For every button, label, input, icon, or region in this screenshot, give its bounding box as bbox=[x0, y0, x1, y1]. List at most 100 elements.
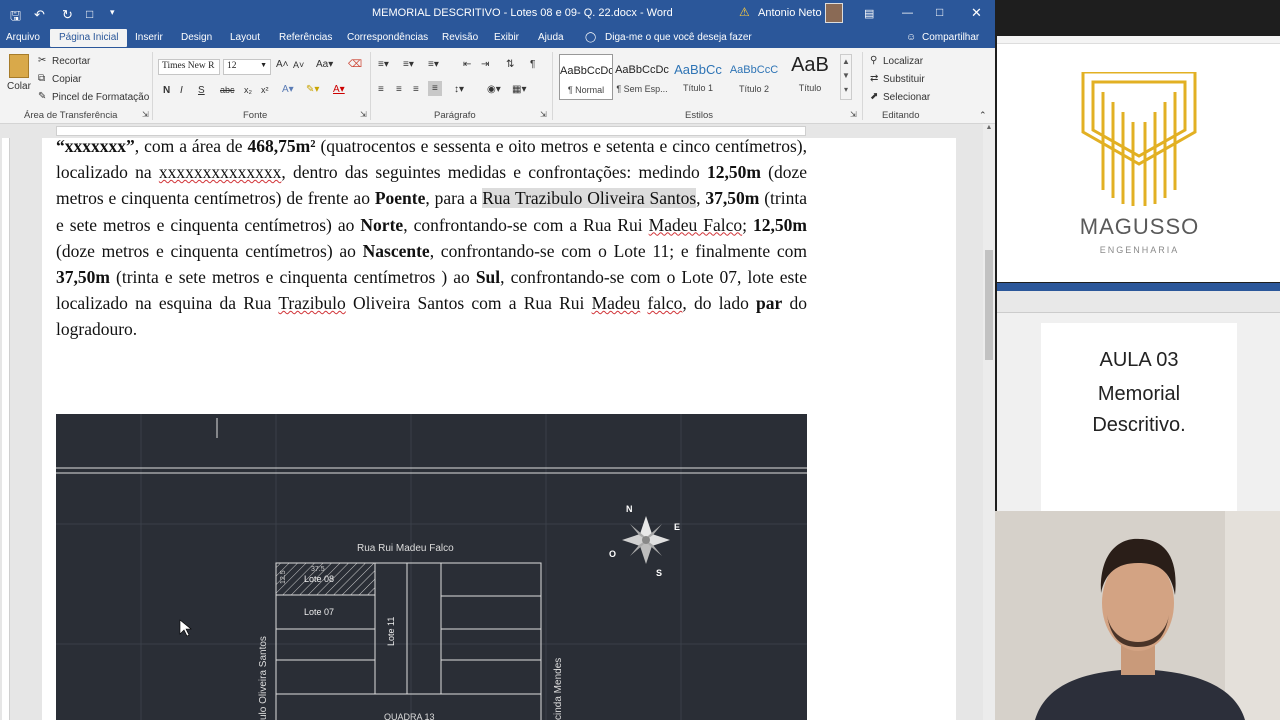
document-page[interactable]: “xxxxxxx”, com a área de 468,75m² (quatr… bbox=[42, 136, 956, 720]
scroll-up-icon[interactable]: ▲ bbox=[984, 124, 994, 136]
italic-icon[interactable]: I bbox=[180, 85, 183, 96]
numbering-icon[interactable]: ≡▾ bbox=[403, 59, 414, 70]
sort-icon[interactable]: ⇅ bbox=[506, 59, 514, 70]
editing-group-label: Editando bbox=[882, 110, 920, 121]
copy-button[interactable]: Copiar bbox=[52, 74, 81, 85]
lot-08-label: Lote 08 bbox=[304, 574, 334, 584]
redo-icon[interactable]: ↻ bbox=[62, 7, 73, 23]
style-no-spacing[interactable]: AaBbCcDc ¶ Sem Esp... bbox=[615, 54, 669, 100]
font-launcher-icon[interactable]: ⇲ bbox=[360, 110, 367, 119]
tab-arquivo[interactable]: Arquivo bbox=[6, 32, 40, 43]
document-body-text[interactable]: “xxxxxxx”, com a área de 468,75m² (quatr… bbox=[56, 133, 807, 343]
borders-icon[interactable]: ▦▾ bbox=[512, 84, 526, 95]
tab-exibir[interactable]: Exibir bbox=[494, 32, 519, 43]
grid-lines bbox=[56, 414, 807, 720]
customize-toolbar-icon[interactable]: ▾ bbox=[110, 7, 115, 18]
brush-icon[interactable]: ✎ bbox=[38, 91, 46, 102]
replace-icon[interactable]: ⇄ bbox=[870, 73, 878, 84]
change-case-icon[interactable]: Aa▾ bbox=[316, 59, 333, 70]
vertical-ruler[interactable] bbox=[0, 138, 12, 720]
multilevel-list-icon[interactable]: ≡▾ bbox=[428, 59, 439, 70]
tab-ajuda[interactable]: Ajuda bbox=[538, 32, 564, 43]
thumbnail-titlebar bbox=[997, 283, 1280, 291]
align-right-icon[interactable]: ≡ bbox=[413, 84, 419, 95]
paste-icon[interactable] bbox=[9, 54, 29, 78]
maximize-icon[interactable]: □ bbox=[936, 5, 943, 19]
shrink-font-icon[interactable]: A˅ bbox=[293, 60, 304, 70]
tab-revisao[interactable]: Revisão bbox=[442, 32, 478, 43]
undo-icon[interactable]: ↶ bbox=[34, 7, 45, 23]
text-run: , confrontando-se com a Rua Rui bbox=[403, 214, 649, 235]
scroll-thumb[interactable] bbox=[985, 250, 993, 360]
style-name: Título 2 bbox=[738, 84, 769, 94]
font-size-select[interactable]: 12 ▼ bbox=[223, 59, 271, 75]
share-button[interactable]: Compartilhar bbox=[922, 32, 979, 43]
grow-font-icon[interactable]: A˄ bbox=[276, 59, 289, 70]
align-center-icon[interactable]: ≡ bbox=[396, 84, 402, 95]
select-button[interactable]: Selecionar bbox=[883, 92, 930, 103]
styles-scroll[interactable]: ▲ ▼ ▾ bbox=[840, 54, 852, 100]
cad-drawing-image[interactable]: Rua Rui Madeu Falco 37.5 12.5 Lote 08 Lo… bbox=[56, 414, 807, 720]
style-heading-1[interactable]: AaBbCc Título 1 bbox=[671, 54, 725, 100]
shading-icon[interactable]: ◉▾ bbox=[487, 84, 501, 95]
underline-icon[interactable]: S bbox=[198, 85, 205, 96]
street-label-left: ulo Oliveira Santos bbox=[258, 636, 269, 720]
clipboard-launcher-icon[interactable]: ⇲ bbox=[142, 110, 149, 119]
window-title: MEMORIAL DESCRITIVO - Lotes 08 e 09- Q. … bbox=[372, 7, 673, 19]
text-effects-icon[interactable]: A▾ bbox=[282, 84, 294, 95]
print-preview-icon[interactable]: □ bbox=[86, 7, 93, 21]
lot-outlines bbox=[275, 562, 542, 720]
paragraph-launcher-icon[interactable]: ⇲ bbox=[540, 110, 547, 119]
font-color-icon[interactable]: A▾ bbox=[333, 84, 345, 95]
tab-layout[interactable]: Layout bbox=[230, 32, 260, 43]
text-run: par bbox=[756, 293, 783, 314]
tab-pagina-inicial[interactable]: Página Inicial bbox=[50, 29, 128, 47]
style-heading-2[interactable]: AaBbCcC Título 2 bbox=[727, 54, 781, 100]
copy-icon[interactable]: ⧉ bbox=[38, 73, 45, 84]
style-normal[interactable]: AaBbCcDc ¶ Normal bbox=[559, 54, 613, 100]
pilcrow-icon[interactable]: ¶ bbox=[530, 59, 535, 70]
save-icon[interactable]: 🖫 bbox=[10, 7, 21, 29]
clear-format-icon[interactable]: ⌫ bbox=[348, 59, 362, 70]
text-run: Madeu Falco bbox=[648, 214, 743, 235]
find-button[interactable]: Localizar bbox=[883, 56, 923, 67]
bold-icon[interactable]: N bbox=[163, 85, 170, 96]
tab-design[interactable]: Design bbox=[181, 32, 212, 43]
ribbon-display-icon[interactable]: ▤ bbox=[864, 7, 874, 20]
close-icon[interactable]: ✕ bbox=[971, 5, 982, 21]
style-title[interactable]: AaB Título bbox=[783, 54, 837, 100]
strikethrough-icon[interactable]: abc bbox=[220, 85, 235, 95]
text-run: (trinta e sete metros e cinquenta centím… bbox=[109, 267, 476, 288]
scissors-icon[interactable]: ✂ bbox=[38, 55, 46, 66]
align-left-icon[interactable]: ≡ bbox=[378, 84, 384, 95]
decrease-indent-icon[interactable]: ⇤ bbox=[463, 59, 471, 70]
tell-me-search[interactable]: Diga-me o que você deseja fazer bbox=[605, 32, 752, 43]
bullets-icon[interactable]: ≡▾ bbox=[378, 59, 389, 70]
justify-icon[interactable]: ≡ bbox=[428, 81, 442, 96]
paste-button[interactable]: Colar bbox=[7, 81, 31, 92]
line-spacing-icon[interactable]: ↕▾ bbox=[454, 84, 464, 95]
tab-correspondencias[interactable]: Correspondências bbox=[347, 32, 428, 43]
styles-launcher-icon[interactable]: ⇲ bbox=[850, 110, 857, 119]
search-icon[interactable]: ⚲ bbox=[870, 55, 877, 66]
avatar[interactable] bbox=[825, 3, 843, 23]
thumbnail-ribbon bbox=[997, 291, 1280, 313]
text-run: xxxxxxxxxxxxxx bbox=[158, 162, 282, 183]
tab-inserir[interactable]: Inserir bbox=[135, 32, 163, 43]
tab-referencias[interactable]: Referências bbox=[279, 32, 332, 43]
cut-button[interactable]: Recortar bbox=[52, 56, 90, 67]
format-painter-button[interactable]: Pincel de Formatação bbox=[52, 92, 149, 103]
subscript-icon[interactable]: x₂ bbox=[244, 85, 252, 95]
minimize-icon[interactable]: — bbox=[902, 7, 913, 19]
site-plan: Rua Rui Madeu Falco 37.5 12.5 Lote 08 Lo… bbox=[56, 414, 807, 720]
increase-indent-icon[interactable]: ⇥ bbox=[481, 59, 489, 70]
highlight-icon[interactable]: ✎▾ bbox=[306, 84, 319, 95]
superscript-icon[interactable]: x² bbox=[261, 85, 269, 95]
user-name[interactable]: Antonio Neto bbox=[758, 7, 822, 19]
collapse-ribbon-icon[interactable]: ⌃ bbox=[979, 110, 987, 121]
font-family-select[interactable]: Times New R bbox=[158, 59, 220, 75]
select-icon[interactable]: ⬈ bbox=[870, 91, 878, 102]
vertical-scrollbar[interactable]: ▲ bbox=[983, 124, 995, 720]
lightbulb-icon: ◯ bbox=[585, 32, 597, 43]
replace-button[interactable]: Substituir bbox=[883, 74, 925, 85]
